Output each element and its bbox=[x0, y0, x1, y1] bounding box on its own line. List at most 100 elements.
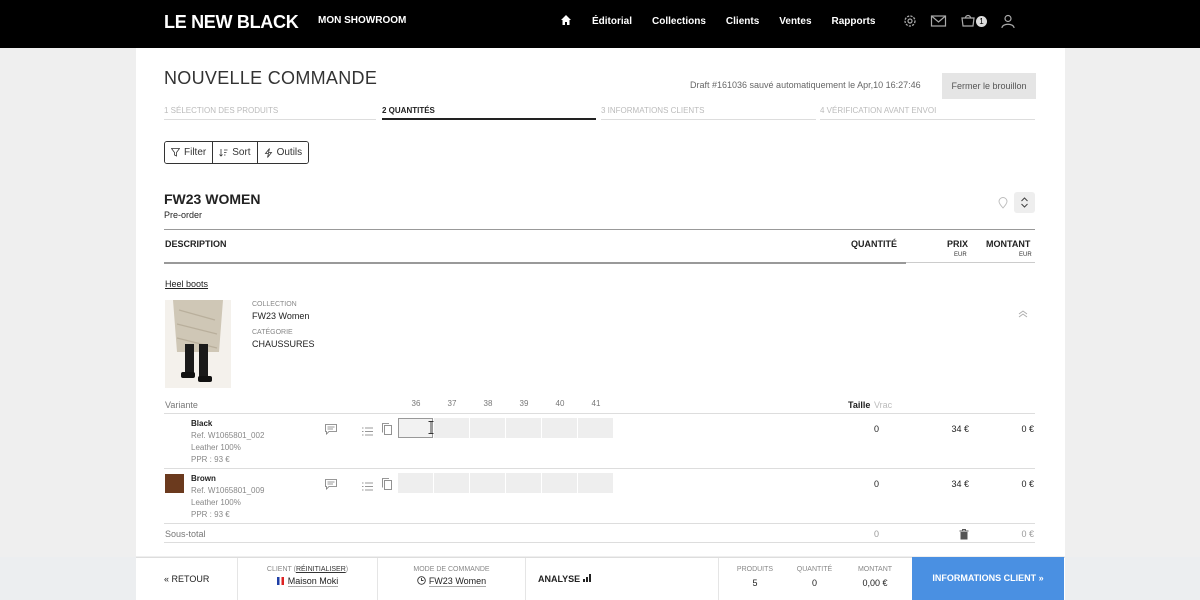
subtotal-label: Sous-total bbox=[165, 529, 206, 539]
collapse-toggle-button[interactable] bbox=[1014, 192, 1035, 213]
col-quantity: QUANTITÉ bbox=[851, 239, 897, 249]
comment-icon[interactable] bbox=[325, 477, 337, 495]
sort-button[interactable]: Sort bbox=[213, 142, 258, 163]
nav-item-clients[interactable]: Clients bbox=[726, 16, 759, 27]
size-header: 40 bbox=[555, 399, 565, 408]
analyse-label: ANALYSE bbox=[538, 574, 581, 584]
variant-ref: Ref. W1065801_009 bbox=[191, 486, 265, 495]
size-quantity-input[interactable] bbox=[506, 473, 541, 493]
home-icon[interactable] bbox=[560, 14, 572, 29]
list-icon[interactable] bbox=[362, 423, 373, 441]
size-quantity-input[interactable] bbox=[470, 473, 505, 493]
collection-value: FW23 Women bbox=[252, 311, 310, 321]
size-quantity-input[interactable] bbox=[434, 418, 469, 438]
nav-item-collections[interactable]: Collections bbox=[652, 16, 706, 27]
draft-status: Draft #161036 sauvé automatiquement le A… bbox=[690, 80, 921, 90]
pin-icon[interactable] bbox=[998, 196, 1008, 214]
product-name-link[interactable]: Heel boots bbox=[165, 279, 208, 289]
col-amount-unit: EUR bbox=[1019, 252, 1032, 258]
variant-ppr: PPR : 93 € bbox=[191, 455, 230, 464]
copy-icon[interactable] bbox=[382, 477, 392, 495]
cart-count-badge: 1 bbox=[976, 16, 987, 27]
step-verification[interactable]: 4 VÉRIFICATION AVANT ENVOI bbox=[820, 106, 1035, 120]
size-quantity-input[interactable] bbox=[542, 418, 577, 438]
variant-material: Leather 100% bbox=[191, 443, 241, 452]
tools-button[interactable]: Outils bbox=[257, 142, 309, 163]
variant-material: Leather 100% bbox=[191, 498, 241, 507]
step-client-info[interactable]: 3 INFORMATIONS CLIENTS bbox=[601, 106, 816, 120]
bottom-right-spacer bbox=[1065, 557, 1200, 600]
comment-icon[interactable] bbox=[325, 422, 337, 440]
close-draft-button[interactable]: Fermer le brouillon bbox=[942, 73, 1036, 99]
step-product-selection[interactable]: 1 SÉLECTION DES PRODUITS bbox=[164, 106, 376, 120]
quantity-cell: QUANTITÉ 0 bbox=[791, 558, 838, 600]
showroom-link[interactable]: MON SHOWROOM bbox=[318, 15, 406, 26]
reset-client-link[interactable]: RÉINITIALISER bbox=[296, 566, 346, 573]
size-quantity-row bbox=[398, 473, 613, 493]
size-toggle-vrac[interactable]: Vrac bbox=[874, 400, 892, 410]
products-count: 5 bbox=[752, 578, 758, 588]
size-quantity-input[interactable] bbox=[470, 418, 505, 438]
toolbar: Filter Sort Outils bbox=[164, 141, 310, 164]
sort-icon bbox=[219, 149, 228, 157]
subtotal-quantity: 0 bbox=[873, 529, 879, 539]
size-quantity-input[interactable] bbox=[506, 418, 541, 438]
size-toggle-taille[interactable]: Taille bbox=[848, 400, 870, 410]
chevron-updown-icon bbox=[1021, 197, 1028, 208]
cart-button[interactable]: 1 bbox=[960, 12, 988, 30]
product-image[interactable] bbox=[165, 300, 231, 388]
size-quantity-input[interactable] bbox=[398, 473, 433, 493]
variant-label: Variante bbox=[165, 400, 198, 410]
size-header: 39 bbox=[519, 399, 529, 408]
divider bbox=[164, 468, 1035, 469]
copy-icon[interactable] bbox=[382, 422, 392, 440]
size-header: 38 bbox=[483, 399, 493, 408]
gear-icon[interactable] bbox=[902, 13, 918, 29]
order-panel: NOUVELLE COMMANDE Draft #161036 sauvé au… bbox=[136, 48, 1065, 556]
collection-label: COLLECTION bbox=[252, 301, 297, 308]
analyse-cell: ANALYSE bbox=[526, 558, 606, 600]
mail-icon[interactable] bbox=[930, 14, 948, 28]
bar-chart-icon bbox=[582, 574, 591, 582]
client-info-button[interactable]: INFORMATIONS CLIENT » bbox=[912, 557, 1064, 600]
filter-button[interactable]: Filter bbox=[165, 142, 214, 163]
season-title: FW23 WOMEN bbox=[164, 191, 261, 207]
client-label-prefix: CLIENT ( bbox=[266, 566, 296, 573]
size-quantity-input[interactable] bbox=[578, 418, 613, 438]
nav-item-editorial[interactable]: Éditorial bbox=[592, 16, 632, 27]
list-icon[interactable] bbox=[362, 478, 373, 496]
chevron-up-icon[interactable] bbox=[1018, 305, 1028, 323]
nav-item-rapports[interactable]: Rapports bbox=[832, 16, 876, 27]
products-label: PRODUITS bbox=[736, 566, 774, 573]
client-cell: CLIENT (RÉINITIALISER) Maison Moki bbox=[238, 558, 378, 600]
brand-logo[interactable]: LE NEW BLACK bbox=[164, 12, 299, 33]
size-quantity-input[interactable] bbox=[578, 473, 613, 493]
quantity-total: 0 bbox=[811, 578, 817, 588]
nav-item-ventes[interactable]: Ventes bbox=[779, 16, 811, 27]
client-selector[interactable]: Maison Moki bbox=[238, 576, 377, 587]
category-value: CHAUSSURES bbox=[252, 339, 315, 349]
amount-total: 0,00 € bbox=[862, 578, 888, 588]
amount-label: MONTANT bbox=[857, 566, 893, 573]
text-cursor-icon bbox=[428, 421, 434, 439]
client-label: CLIENT (RÉINITIALISER) bbox=[238, 566, 377, 573]
col-price-unit: EUR bbox=[954, 252, 967, 258]
size-header: 37 bbox=[447, 399, 457, 408]
analyse-button[interactable]: ANALYSE bbox=[526, 558, 606, 600]
size-quantity-input[interactable] bbox=[542, 473, 577, 493]
user-icon[interactable] bbox=[1000, 13, 1016, 29]
back-button[interactable]: « RETOUR bbox=[136, 558, 237, 600]
cart-icon bbox=[961, 14, 975, 27]
client-name: Maison Moki bbox=[287, 576, 339, 587]
subtotal-amount: 0 € bbox=[1021, 529, 1034, 539]
size-quantity-input[interactable] bbox=[434, 473, 469, 493]
size-header: 36 bbox=[411, 399, 421, 408]
mode-value: FW23 Women bbox=[428, 576, 487, 587]
step-quantities[interactable]: 2 QUANTITÉS bbox=[382, 106, 596, 120]
mode-selector[interactable]: FW23 Women bbox=[378, 576, 525, 587]
products-cell: PRODUITS 5 bbox=[718, 558, 791, 600]
divider bbox=[164, 523, 1035, 524]
sort-label: Sort bbox=[232, 147, 251, 158]
variant-name: Black bbox=[191, 419, 213, 428]
variant-amount: 0 € bbox=[1021, 479, 1034, 489]
